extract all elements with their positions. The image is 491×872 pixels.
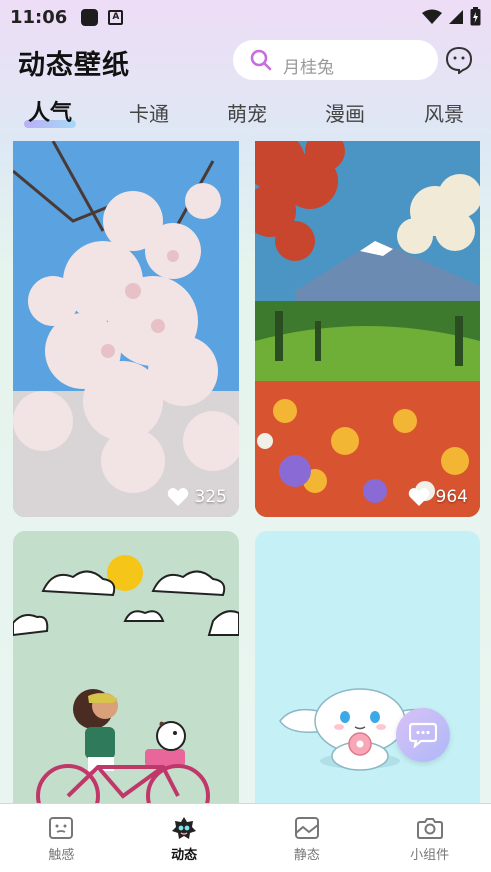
face-frame-icon bbox=[49, 817, 74, 839]
page-title: 动态壁纸 bbox=[18, 50, 130, 81]
image-icon bbox=[294, 817, 319, 839]
tab-popular[interactable]: 人气 bbox=[28, 98, 72, 134]
nav-item-haptic[interactable]: 触感 bbox=[0, 804, 123, 872]
signal-icon bbox=[449, 9, 463, 24]
star-face-icon bbox=[172, 817, 197, 839]
wallpaper-card-puppy[interactable] bbox=[255, 531, 480, 804]
status-bar: 11:06 A bbox=[0, 0, 491, 34]
wallpaper-card-mountain[interactable]: 964 bbox=[255, 141, 480, 517]
like-count: 964 bbox=[435, 487, 468, 507]
notification-icon bbox=[81, 8, 99, 26]
battery-icon bbox=[470, 7, 481, 26]
widget-camera-icon bbox=[416, 818, 443, 839]
chat-bubble-icon bbox=[409, 722, 437, 748]
search-icon bbox=[250, 49, 272, 71]
wallpaper-card-bike-girl[interactable] bbox=[13, 531, 239, 804]
tab-scenery[interactable]: 风景 bbox=[424, 98, 464, 134]
nav-label: 动态 bbox=[171, 848, 198, 863]
header: 动态壁纸 月桂兔 bbox=[0, 36, 491, 86]
bottom-navigation: 触感 动态 静态 小组件 bbox=[0, 803, 491, 872]
status-time: 11:06 bbox=[10, 6, 68, 28]
nav-label: 触感 bbox=[48, 848, 75, 863]
tab-comics[interactable]: 漫画 bbox=[325, 98, 365, 134]
nav-label: 静态 bbox=[293, 848, 320, 863]
cherry-blossom-image bbox=[13, 141, 239, 517]
cartoon-puppy-image bbox=[255, 531, 480, 804]
search-placeholder: 月桂兔 bbox=[283, 57, 334, 78]
nav-item-widgets[interactable]: 小组件 bbox=[368, 804, 491, 872]
bike-girl-image bbox=[13, 531, 239, 804]
heart-icon bbox=[408, 488, 429, 506]
nav-item-static[interactable]: 静态 bbox=[246, 804, 369, 872]
heart-icon bbox=[167, 488, 188, 506]
like-count-badge: 964 bbox=[408, 487, 468, 507]
like-count-badge: 325 bbox=[167, 487, 227, 507]
category-tabs: 人气 卡通 萌宠 漫画 风景 bbox=[0, 98, 491, 134]
wallpaper-card-cherry-blossom[interactable]: 325 bbox=[13, 141, 239, 517]
floating-chat-button[interactable] bbox=[396, 708, 450, 762]
search-box[interactable]: 月桂兔 bbox=[233, 40, 438, 80]
nav-label: 小组件 bbox=[410, 848, 450, 863]
keyboard-a-icon: A bbox=[108, 9, 124, 25]
tab-cartoon[interactable]: 卡通 bbox=[129, 98, 169, 134]
nav-item-dynamic[interactable]: 动态 bbox=[123, 804, 246, 872]
mountain-landscape-image bbox=[255, 141, 480, 517]
chat-face-icon[interactable] bbox=[445, 46, 473, 74]
tab-cute-pets[interactable]: 萌宠 bbox=[227, 98, 267, 134]
wifi-icon bbox=[422, 9, 442, 24]
like-count: 325 bbox=[194, 487, 227, 507]
